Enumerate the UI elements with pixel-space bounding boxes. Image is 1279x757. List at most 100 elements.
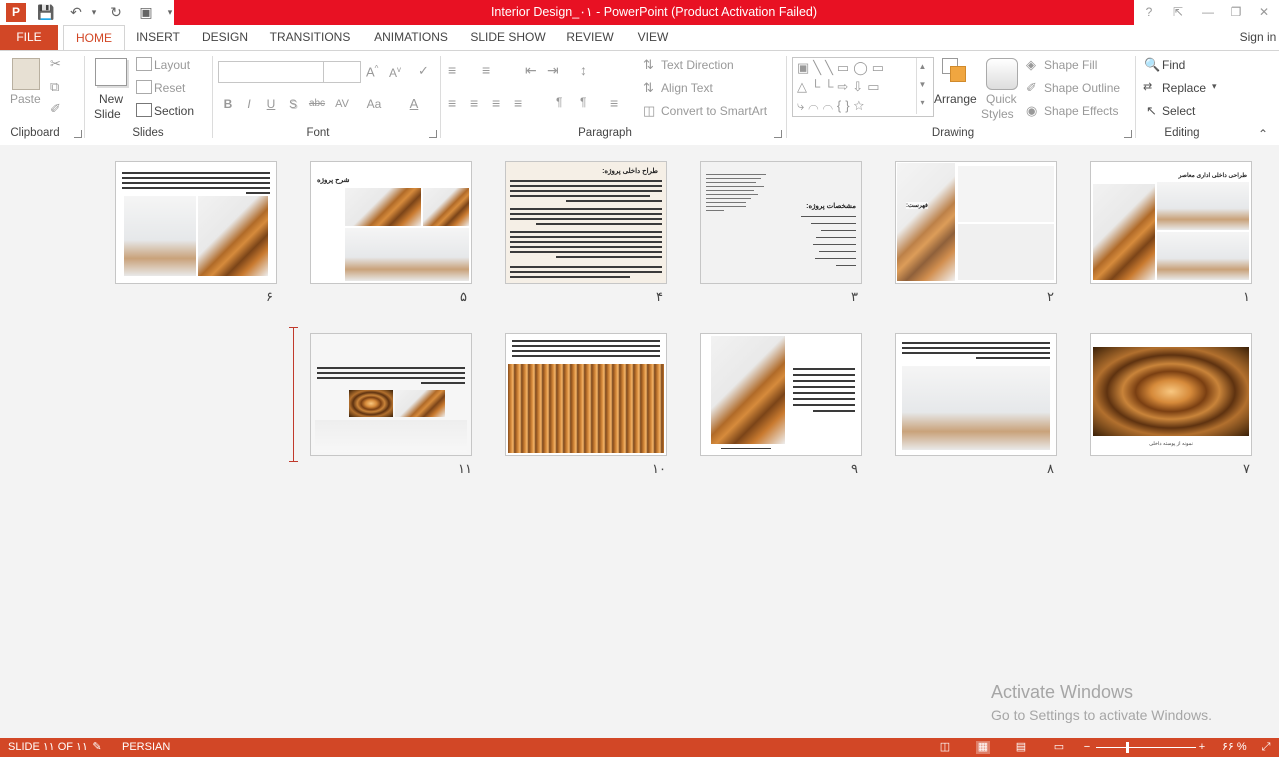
copy-icon[interactable]: ⧉ [50, 79, 59, 95]
slide-thumbnail-11[interactable] [310, 333, 472, 456]
reset-icon[interactable] [136, 80, 152, 94]
convert-smartart-button[interactable]: Convert to SmartArt [661, 104, 767, 118]
section-icon[interactable] [136, 103, 152, 117]
replace-button[interactable]: Replace [1162, 81, 1206, 95]
quick-styles-label-2[interactable]: Styles [981, 107, 1014, 121]
shape-outline-button[interactable]: Shape Outline [1044, 81, 1120, 95]
line-spacing-icon[interactable]: ↕ [580, 62, 587, 78]
slide-show-icon[interactable]: ▭ [1052, 741, 1066, 754]
paragraph-launcher-icon[interactable] [774, 130, 782, 138]
slide-thumbnail-8[interactable] [895, 333, 1057, 456]
layout-icon[interactable] [136, 57, 152, 71]
font-name-input[interactable] [218, 61, 324, 83]
sign-in-link[interactable]: Sign in [1238, 25, 1278, 49]
tab-file[interactable]: FILE [0, 25, 58, 50]
paste-button[interactable]: Paste [10, 92, 41, 106]
slide-thumbnail-1[interactable]: طراحی داخلی اداری معاصر [1090, 161, 1252, 284]
cut-icon[interactable]: ✂ [50, 56, 61, 72]
shape-fill-icon[interactable]: ◈ [1026, 57, 1036, 73]
tab-transitions[interactable]: TRANSITIONS [268, 25, 352, 49]
tab-slide-show[interactable]: SLIDE SHOW [470, 25, 546, 49]
columns-icon[interactable]: ≡ [610, 95, 618, 111]
powerpoint-logo-icon[interactable]: P [6, 3, 26, 22]
ltr-icon[interactable]: ¶ [556, 95, 562, 109]
zoom-level[interactable]: ۶۶ % [1222, 738, 1247, 757]
slide-sorter-icon[interactable]: ▦ [976, 741, 990, 754]
quick-styles-icon[interactable] [986, 58, 1018, 90]
layout-button[interactable]: Layout [154, 58, 190, 72]
replace-icon[interactable]: ⇄ [1143, 80, 1152, 93]
zoom-in-icon[interactable]: + [1195, 741, 1209, 754]
align-left-icon[interactable]: ≡ [448, 95, 456, 111]
align-text-icon[interactable]: ⇅ [643, 80, 654, 96]
section-button[interactable]: Section [154, 104, 194, 118]
save-icon[interactable]: 💾 [36, 3, 56, 21]
reset-button[interactable]: Reset [154, 81, 185, 95]
clear-formatting-icon[interactable]: ✓ [418, 63, 429, 79]
clipboard-launcher-icon[interactable] [74, 130, 82, 138]
text-direction-icon[interactable]: ⇅ [643, 57, 654, 73]
reading-view-icon[interactable]: ▤ [1014, 741, 1028, 754]
font-color-button[interactable]: A [406, 96, 422, 112]
find-icon[interactable]: 🔍 [1144, 57, 1160, 73]
zoom-slider[interactable] [1096, 742, 1196, 753]
slide-thumbnail-7[interactable]: نمونه از پوسته داخلی [1090, 333, 1252, 456]
center-icon[interactable]: ≡ [470, 95, 478, 111]
strikethrough-button[interactable]: abc [306, 96, 328, 112]
bullets-icon[interactable]: ≡ [448, 62, 456, 78]
shapes-gallery[interactable]: ▣╲╲▭◯▭ △└└⇨⇩▭ ⤷⌒⌒{}☆ [792, 57, 934, 117]
character-spacing-button[interactable]: AV [331, 96, 353, 112]
font-size-input[interactable] [323, 61, 361, 83]
decrease-font-icon[interactable]: Av [389, 65, 401, 80]
shape-fill-button[interactable]: Shape Fill [1044, 58, 1097, 72]
slide-thumbnail-10[interactable] [505, 333, 667, 456]
align-right-icon[interactable]: ≡ [492, 95, 500, 111]
tab-animations[interactable]: ANIMATIONS [370, 25, 452, 49]
redo-icon[interactable]: ↻ [106, 3, 126, 21]
slide-thumbnail-2[interactable]: فهرست: [895, 161, 1057, 284]
decrease-indent-icon[interactable]: ⇤ [525, 62, 537, 79]
justify-icon[interactable]: ≡ [514, 95, 522, 111]
tab-design[interactable]: DESIGN [200, 25, 250, 49]
align-text-button[interactable]: Align Text [661, 81, 713, 95]
language-indicator[interactable]: PERSIAN [122, 738, 170, 757]
tab-insert[interactable]: INSERT [135, 25, 181, 49]
help-icon[interactable]: ? [1137, 3, 1161, 21]
collapse-ribbon-icon[interactable]: ⌃ [1258, 127, 1268, 141]
paste-icon[interactable] [12, 58, 40, 90]
undo-icon[interactable]: ↶ [66, 3, 86, 21]
text-direction-button[interactable]: Text Direction [661, 58, 734, 72]
underline-button[interactable]: U [263, 96, 279, 112]
slide-thumbnail-3[interactable]: مشخصات پروژه: [700, 161, 862, 284]
shape-outline-icon[interactable]: ✐ [1026, 80, 1037, 96]
find-button[interactable]: Find [1162, 58, 1185, 72]
ribbon-display-options-icon[interactable]: ⇱ [1166, 3, 1190, 21]
smartart-icon[interactable]: ◫ [643, 103, 655, 119]
tab-review[interactable]: REVIEW [564, 25, 616, 49]
replace-dropdown-icon[interactable]: ▾ [1212, 81, 1217, 92]
rtl-icon[interactable]: ¶ [580, 95, 586, 109]
new-slide-label[interactable]: New [99, 92, 123, 106]
maximize-button[interactable]: ❐ [1224, 3, 1248, 21]
change-case-button[interactable]: Aa [363, 96, 385, 112]
normal-view-icon[interactable]: ◫ [938, 741, 952, 754]
minimize-button[interactable]: — [1196, 3, 1220, 21]
bold-button[interactable]: B [220, 96, 236, 112]
select-button[interactable]: Select [1162, 104, 1195, 118]
slide-thumbnail-5[interactable]: شرح پروژه [310, 161, 472, 284]
shadow-button[interactable]: S [285, 96, 301, 112]
zoom-slider-thumb[interactable] [1126, 742, 1129, 753]
increase-font-icon[interactable]: A^ [366, 64, 378, 79]
gallery-scroll-icon[interactable]: ▲ ▼ ▾ [916, 58, 928, 114]
increase-indent-icon[interactable]: ⇥ [547, 62, 559, 79]
spell-check-icon[interactable]: ✎ [90, 741, 104, 754]
select-icon[interactable]: ↖ [1146, 103, 1157, 119]
tab-home[interactable]: HOME [63, 25, 125, 51]
quick-styles-label[interactable]: Quick [986, 92, 1017, 106]
arrange-button[interactable]: Arrange [934, 92, 977, 106]
slide-thumbnail-4[interactable]: طراح داخلی پروژه: [505, 161, 667, 284]
drawing-launcher-icon[interactable] [1124, 130, 1132, 138]
fit-to-window-icon[interactable]: ⤢ [1259, 741, 1273, 754]
arrange-icon[interactable] [942, 58, 968, 84]
format-painter-icon[interactable]: ✐ [50, 101, 61, 117]
